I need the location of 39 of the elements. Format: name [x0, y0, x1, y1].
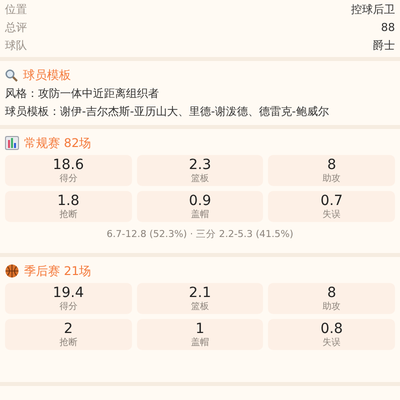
field-value: 88 — [381, 20, 395, 34]
basketball-icon — [5, 264, 19, 278]
stat-value: 1.8 — [57, 192, 80, 208]
stat-value: 8 — [327, 284, 336, 300]
stat-value: 8 — [327, 156, 336, 172]
stat-value: 0.8 — [320, 320, 343, 336]
shooting-summary: 6.7-12.8 (52.3%) · 三分 2.2-5.3 (41.5%) — [106, 228, 294, 242]
section-title: 球员模板 — [23, 66, 71, 84]
stat-label: 助攻 — [322, 300, 341, 312]
field-label: 总评 — [5, 20, 27, 34]
stat-value: 0.9 — [188, 192, 212, 208]
field-value: 爵士 — [373, 38, 395, 52]
field-label: 球队 — [5, 38, 27, 52]
template-text: 风格：攻防一体中近距离组织者 — [5, 86, 160, 102]
field-label: 位置 — [5, 2, 27, 16]
stat-value: 0.7 — [320, 192, 343, 208]
stat-label: 抢断 — [59, 336, 78, 348]
stat-label: 得分 — [59, 172, 78, 184]
stat-label: 助攻 — [322, 172, 341, 184]
stat-value: 19.4 — [52, 284, 84, 300]
stat-label: 篮板 — [190, 300, 209, 312]
stat-value: 2.3 — [188, 156, 212, 172]
field-value: 控球后卫 — [351, 2, 395, 16]
stat-label: 盖帽 — [190, 208, 209, 220]
stat-label: 抢断 — [59, 208, 78, 220]
stat-label: 盖帽 — [190, 336, 209, 348]
template-text: 球员模板：谢伊-吉尔杰斯-亚历山大、里德-谢泼德、德雷克-鲍威尔 — [5, 104, 330, 120]
stat-label: 篮板 — [190, 172, 209, 184]
stat-value: 2 — [64, 320, 73, 336]
bar-chart-icon — [5, 136, 19, 150]
stat-value: 2.1 — [188, 284, 212, 300]
section-title: 常规赛 82场 — [24, 134, 92, 152]
stat-value: 1 — [196, 320, 204, 336]
search-icon — [5, 68, 18, 82]
stat-label: 得分 — [59, 300, 78, 312]
stat-label: 失误 — [322, 336, 341, 348]
stat-value: 18.6 — [52, 156, 84, 172]
section-title: 季后赛 21场 — [24, 262, 92, 280]
stat-label: 失误 — [322, 208, 341, 220]
